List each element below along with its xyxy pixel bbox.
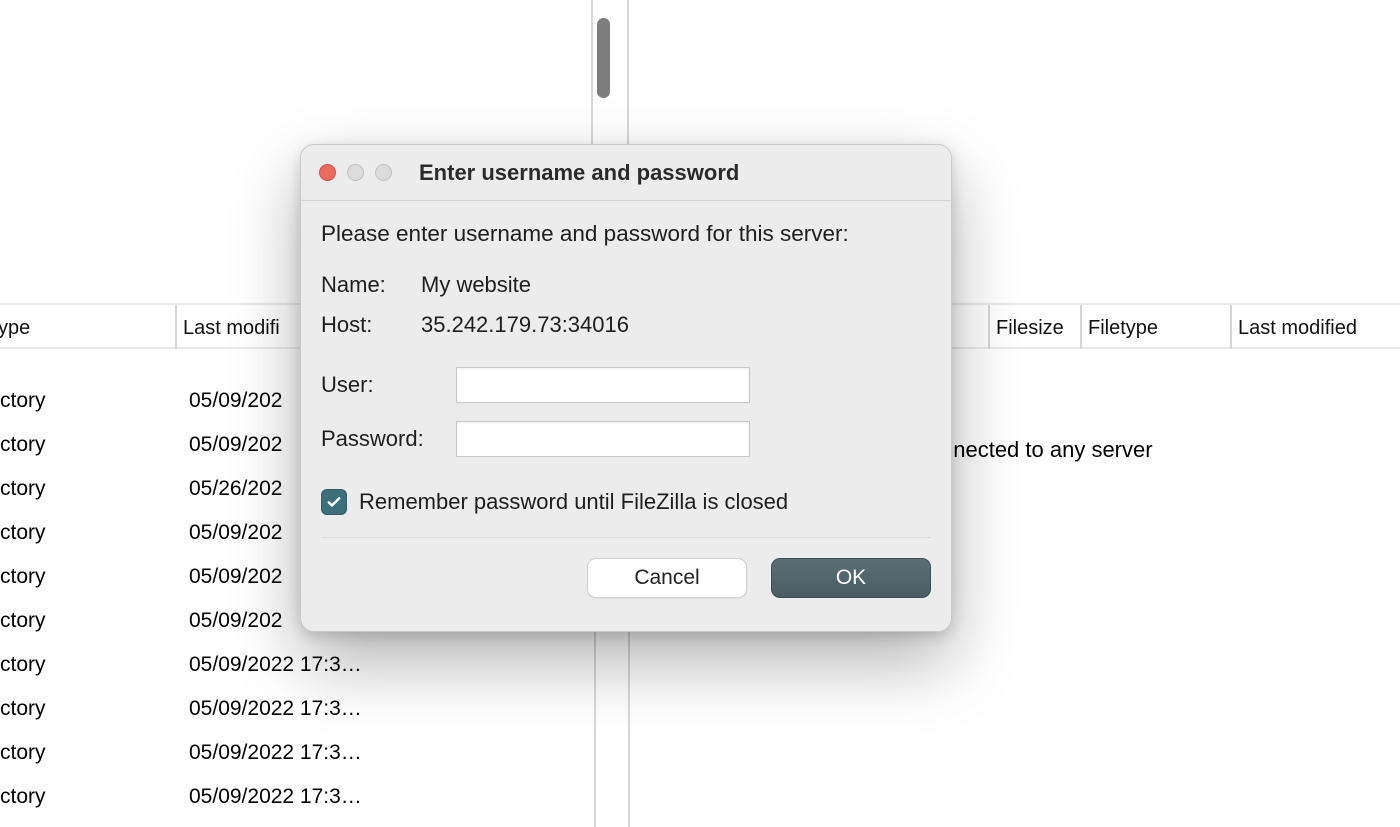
table-row[interactable]: ctory05/09/2022 17:3… [0,643,594,687]
dialog-body: Please enter username and password for t… [301,201,951,538]
auth-dialog: Enter username and password Please enter… [300,144,952,632]
host-value: 35.242.179.73:34016 [421,312,629,338]
cell-modified: 05/09/202 [179,609,282,633]
remember-row[interactable]: Remember password until FileZilla is clo… [321,489,931,538]
cell-modified: 05/26/202 [179,477,282,501]
cell-filetype: ctory [0,565,179,589]
cell-modified: 05/09/2022 17:3… [179,697,362,721]
cell-filetype: ctory [0,433,179,457]
dialog-prompt: Please enter username and password for t… [321,221,931,247]
cell-filetype: ctory [0,609,179,633]
cell-modified: 05/09/202 [179,521,282,545]
zoom-icon [375,164,392,181]
user-label: User: [321,372,456,398]
dialog-titlebar[interactable]: Enter username and password [301,145,951,201]
minimize-icon [347,164,364,181]
ok-button[interactable]: OK [771,558,931,598]
cell-filetype: ctory [0,389,179,413]
column-filetype-left[interactable]: ype [0,305,175,351]
cell-filetype: ctory [0,697,179,721]
cancel-button[interactable]: Cancel [587,558,747,598]
cell-modified: 05/09/2022 17:3… [179,653,362,677]
password-label: Password: [321,426,456,452]
name-label: Name: [321,272,421,298]
cell-filetype: ctory [0,653,179,677]
cell-filetype: ctory [0,741,179,765]
close-icon[interactable] [319,164,336,181]
check-icon [325,493,343,511]
cell-filetype: ctory [0,477,179,501]
remember-checkbox[interactable] [321,489,347,515]
host-label: Host: [321,312,421,338]
user-row: User: [321,361,931,409]
cell-modified: 05/09/2022 17:3… [179,741,362,765]
password-row: Password: [321,415,931,463]
cell-filetype: ctory [0,785,179,809]
table-row[interactable]: ctory05/09/2022 17:3… [0,731,594,775]
table-row[interactable]: ctory05/09/2022 17:3… [0,687,594,731]
dialog-title: Enter username and password [419,160,739,186]
cell-modified: 05/09/202 [179,565,282,589]
name-row: Name: My website [321,265,931,305]
user-input[interactable] [456,367,750,403]
password-input[interactable] [456,421,750,457]
cell-modified: 05/09/202 [179,433,282,457]
table-row[interactable]: ctory05/09/2022 17:3… [0,819,594,827]
column-filetype-right[interactable]: Filetype [1080,305,1230,351]
cell-filetype: ctory [0,521,179,545]
table-row[interactable]: ctory05/09/2022 17:3… [0,775,594,819]
remember-label: Remember password until FileZilla is clo… [359,489,788,515]
column-filesize-right[interactable]: Filesize [988,305,1080,351]
host-row: Host: 35.242.179.73:34016 [321,305,931,345]
cell-modified: 05/09/2022 17:3… [179,785,362,809]
scrollbar-thumb[interactable] [597,18,610,98]
name-value: My website [421,272,531,298]
dialog-buttons: Cancel OK [301,538,951,598]
column-last-modified-right[interactable]: Last modified [1230,305,1400,351]
cell-modified: 05/09/202 [179,389,282,413]
